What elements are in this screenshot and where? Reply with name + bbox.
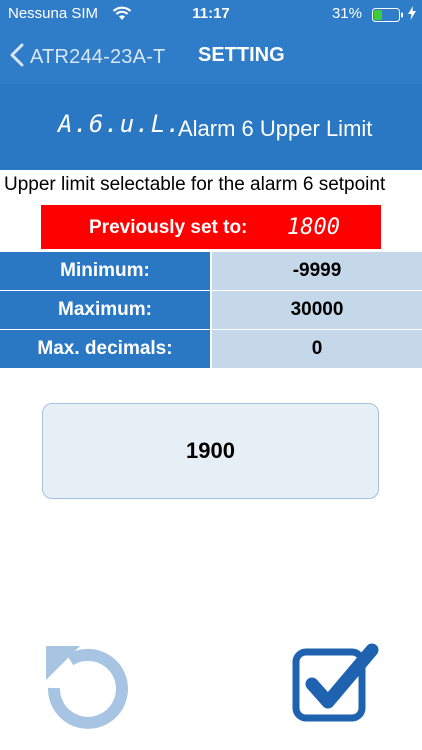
parameter-description: Upper limit selectable for the alarm 6 s… [0,170,422,200]
chevron-left-icon [10,43,24,72]
previous-value-banner: Previously set to: 1800 [40,204,382,250]
limit-value: -9999 [212,252,422,290]
limit-label: Minimum: [0,252,210,290]
parameter-code: A.6.u.L. [58,110,182,138]
limit-label: Max. decimals: [0,330,210,368]
navigation-bar: ATR244-23A-T SETTING [0,28,422,84]
battery-percent: 31% [331,5,362,22]
parameter-name: Alarm 6 Upper Limit [178,116,373,141]
limit-row-max-decimals: Max. decimals: 0 [0,330,422,368]
charging-icon [408,6,416,24]
checkbox-check-icon [290,643,382,738]
limit-row-minimum: Minimum: -9999 [0,252,422,290]
previous-value: 1800 [287,215,340,240]
undo-icon [40,646,134,734]
value-input[interactable]: 1900 [42,403,379,499]
confirm-button[interactable] [290,642,382,734]
back-label: ATR244-23A-T [30,46,166,68]
status-bar: Nessuna SIM 11:17 31% [0,0,422,28]
battery-icon [372,8,404,22]
limit-value: 0 [212,330,422,368]
limit-row-maximum: Maximum: 30000 [0,291,422,329]
limit-label: Maximum: [0,291,210,329]
page-title: SETTING [198,44,285,66]
reset-button[interactable] [40,636,134,730]
back-button[interactable]: ATR244-23A-T [10,43,165,72]
parameter-header: A.6.u.L. Alarm 6 Upper Limit [0,84,422,170]
previous-value-label: Previously set to: [89,217,248,238]
limit-value: 30000 [212,291,422,329]
